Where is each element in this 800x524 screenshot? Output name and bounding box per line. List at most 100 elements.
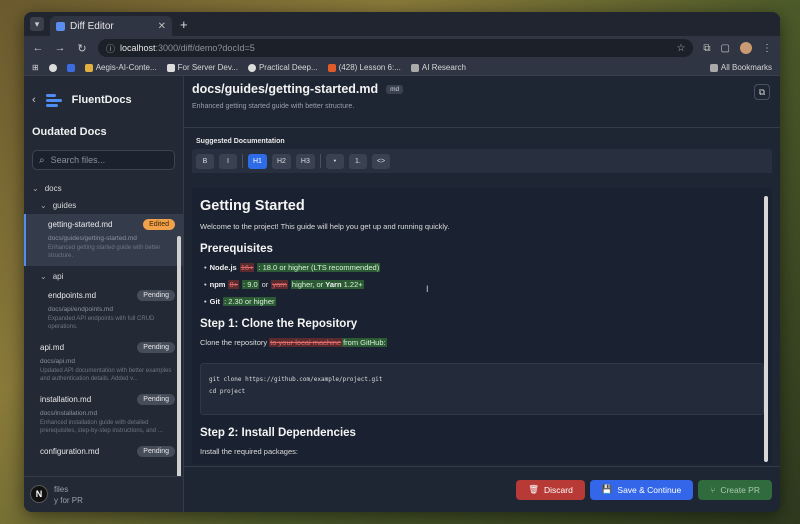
h3-button[interactable]: H3 xyxy=(295,153,315,169)
deleted-text: 16+ xyxy=(239,263,255,272)
tab-favicon-icon xyxy=(56,21,65,31)
file-item-endpoints[interactable]: endpoints.md Pending docs/api/endpoints.m… xyxy=(24,285,183,337)
reload-icon[interactable]: ↻ xyxy=(76,42,88,55)
address-bar: ← → ↻ ⓘ localhost:3000/diff/demo?docId=5… xyxy=(24,36,780,60)
extensions-icon[interactable]: ⧉ xyxy=(703,43,710,54)
file-name: endpoints.md xyxy=(48,291,97,300)
sidebar-title: Oudated Docs xyxy=(32,126,107,138)
brand-name: FluentDocs xyxy=(71,94,132,106)
fluentdocs-logo-icon xyxy=(45,93,62,107)
profile-avatar[interactable] xyxy=(740,42,752,54)
bookmark-item[interactable]: (428) Lesson 6:... xyxy=(327,63,401,72)
doc-subtitle: Enhanced getting started guide with bett… xyxy=(192,103,355,110)
browser-window: ▾ Diff Editor ✕ + ← → ↻ ⓘ localhost:3000… xyxy=(24,12,780,512)
file-name: getting-started.md xyxy=(48,220,113,229)
save-continue-button[interactable]: 💾 Save & Continue xyxy=(589,479,694,500)
doc-editor[interactable]: Getting Started Welcome to the project! … xyxy=(192,188,772,464)
code-button[interactable]: <> xyxy=(371,153,391,169)
doc-title-row: docs/guides/getting-started.md md xyxy=(192,82,772,96)
italic-button[interactable]: I xyxy=(219,153,237,169)
folder-api[interactable]: ⌄ api xyxy=(24,268,183,285)
forward-icon[interactable]: → xyxy=(54,42,66,54)
bullet-list-button[interactable]: • xyxy=(325,153,344,169)
ordered-list-button[interactable]: 1. xyxy=(348,153,367,169)
back-icon[interactable]: ← xyxy=(32,42,44,54)
heading-step1: Step 1: Clone the Repository xyxy=(200,318,358,330)
file-item-installation[interactable]: installation.md Pending docs/installation… xyxy=(24,389,183,441)
file-description: Expanded API endpoints with full CRUD op… xyxy=(48,316,155,330)
sidebar-footer: files y for PR N xyxy=(24,476,183,512)
h1-button[interactable]: H1 xyxy=(248,153,267,169)
file-path: docs/api.md xyxy=(40,358,76,365)
file-item-configuration[interactable]: configuration.md Pending xyxy=(24,441,183,463)
heading-prerequisites: Prerequisites xyxy=(200,243,273,255)
tab-diff-editor[interactable]: Diff Editor ✕ xyxy=(50,16,172,36)
chevron-down-icon: ⌄ xyxy=(40,272,47,281)
file-name: configuration.md xyxy=(40,447,100,456)
close-tab-icon[interactable]: ✕ xyxy=(158,21,166,32)
file-item-getting-started[interactable]: getting-started.md Edited docs/guides/get… xyxy=(24,214,183,266)
browser-menu-icon[interactable]: ⋮ xyxy=(762,43,772,54)
file-name: installation.md xyxy=(40,395,92,404)
next-dev-badge[interactable]: N xyxy=(30,485,48,503)
ready-for-pr: y for PR xyxy=(54,496,83,505)
bookmark-item[interactable]: Aegis-AI-Conte... xyxy=(84,63,157,72)
bookmark-github[interactable] xyxy=(48,63,57,72)
back-chevron-icon[interactable]: ‹ xyxy=(32,94,36,106)
trash-icon: 🗑 xyxy=(528,484,539,494)
file-description: Updated API documentation with better ex… xyxy=(40,368,172,382)
heading-step2: Step 2: Install Dependencies xyxy=(200,427,356,439)
all-bookmarks[interactable]: All Bookmarks xyxy=(709,63,772,72)
bookmark-item[interactable]: For Server Dev... xyxy=(166,63,238,72)
status-badge: Pending xyxy=(137,446,175,457)
bookmark-folder[interactable]: AI Research xyxy=(410,63,466,72)
intro-paragraph: Welcome to the project! This guide will … xyxy=(200,222,450,231)
suggested-doc-label: Suggested Documentation xyxy=(196,138,285,145)
code-line: cd project xyxy=(209,388,246,395)
bold-button[interactable]: B xyxy=(196,153,214,169)
folder-docs[interactable]: ⌄ docs xyxy=(24,180,183,197)
text-cursor-icon: I xyxy=(426,284,429,294)
doc-title: docs/guides/getting-started.md xyxy=(192,82,379,96)
file-item-api[interactable]: api.md Pending docs/api.md Updated API do… xyxy=(24,337,183,389)
sidepanel-icon[interactable]: ▢ xyxy=(721,43,730,54)
discard-button[interactable]: 🗑 Discard xyxy=(516,479,585,500)
app-area: ‹ FluentDocs Oudated Docs ⌕ ⌄docs ⌄guide… xyxy=(24,76,780,512)
tab-strip: ▾ Diff Editor ✕ + xyxy=(24,12,780,36)
file-path: docs/api/endpoints.md xyxy=(48,306,114,313)
new-tab-icon[interactable]: + xyxy=(180,17,188,32)
deleted-text: yarn xyxy=(271,280,288,289)
action-footer: 🗑 Discard 💾 Save & Continue ⑂ Create PR xyxy=(184,466,780,512)
apps-icon[interactable]: ⊞ xyxy=(32,63,39,72)
tab-title: Diff Editor xyxy=(70,20,114,32)
search-input[interactable] xyxy=(50,155,161,165)
file-path: docs/guides/getting-started.md xyxy=(48,235,137,242)
search-icon: ⌕ xyxy=(39,154,45,166)
clone-paragraph: Clone the repository to your local machi… xyxy=(200,338,387,347)
sidebar: ‹ FluentDocs Oudated Docs ⌕ ⌄docs ⌄guide… xyxy=(24,76,184,512)
editor-scrollbar[interactable] xyxy=(764,196,768,462)
file-path: docs/installation.md xyxy=(40,410,98,417)
bookmark-blue[interactable] xyxy=(66,63,75,72)
status-badge: Pending xyxy=(137,394,175,405)
create-pr-button[interactable]: ⑂ Create PR xyxy=(698,479,772,500)
list-item-node: • Node.js 16+: 18.0 or higher (LTS recomme… xyxy=(204,263,381,272)
editor-toolbar: B I H1 H2 H3 • 1. <> xyxy=(192,149,772,173)
deleted-text: to your local machine xyxy=(269,338,343,347)
files-count: files xyxy=(54,485,69,494)
code-block: git clone https://github.com/example/pro… xyxy=(200,363,764,415)
file-type-tag: md xyxy=(386,84,404,94)
site-info-icon[interactable]: ⓘ xyxy=(106,42,115,55)
bookmark-item[interactable]: Practical Deep... xyxy=(247,63,318,72)
bookmark-star-icon[interactable]: ☆ xyxy=(676,43,685,54)
tab-search-icon[interactable]: ▾ xyxy=(30,17,44,31)
sidebar-scrollbar[interactable] xyxy=(177,236,181,512)
copy-icon[interactable]: ⧉ xyxy=(754,84,770,100)
status-badge: Pending xyxy=(137,290,175,301)
folder-guides[interactable]: ⌄ guides xyxy=(24,197,183,214)
chevron-down-icon: ⌄ xyxy=(32,184,39,193)
url-field[interactable]: ⓘ localhost:3000/diff/demo?docId=5 ☆ xyxy=(98,39,694,57)
file-description: Enhanced getting started guide with bett… xyxy=(48,245,161,259)
file-name: api.md xyxy=(40,343,65,352)
h2-button[interactable]: H2 xyxy=(271,153,291,169)
